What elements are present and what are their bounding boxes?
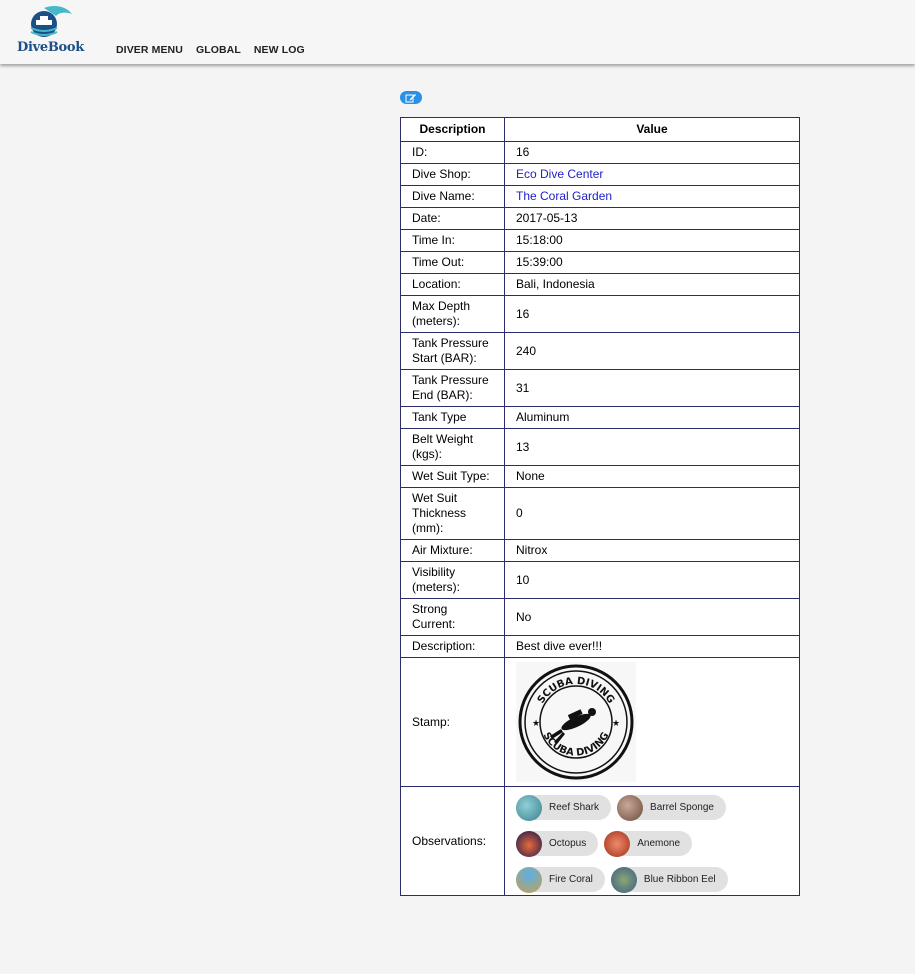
table-row: Tank Pressure Start (BAR): 240 — [400, 332, 800, 370]
scuba-stamp-image: SCUBA DIVING SCUBA DIVING ★ ★ — [516, 662, 636, 782]
table-row: Air Mixture: Nitrox — [400, 539, 800, 562]
dive-name-link[interactable]: The Coral Garden — [516, 189, 612, 203]
nav-global[interactable]: GLOBAL — [196, 44, 241, 56]
row-label: Max Depth (meters): — [400, 295, 505, 333]
row-label: ID: — [400, 141, 505, 164]
table-row: Wet Suit Type: None — [400, 465, 800, 488]
observations-row: Observations: Reef Shark Barrel Sponge O… — [400, 786, 800, 896]
row-label: Visibility (meters): — [400, 561, 505, 599]
table-row: Time Out: 15:39:00 — [400, 251, 800, 274]
row-label: Wet Suit Thickness (mm): — [400, 487, 505, 540]
row-value: 240 — [504, 332, 800, 370]
fire-coral-thumb-icon — [516, 866, 542, 893]
barrel-sponge-thumb-icon — [617, 794, 644, 821]
nav-diver-menu[interactable]: DIVER MENU — [116, 44, 183, 56]
row-label: Belt Weight (kgs): — [400, 428, 505, 466]
row-label: Tank Pressure End (BAR): — [400, 369, 505, 407]
table-row: Belt Weight (kgs): 13 — [400, 428, 800, 466]
svg-text:★: ★ — [532, 718, 540, 728]
header-description: Description — [400, 117, 505, 142]
row-value: 15:18:00 — [504, 229, 800, 252]
table-row: Tank Pressure End (BAR): 31 — [400, 369, 800, 407]
observation-label: Anemone — [637, 838, 681, 849]
row-value: Bali, Indonesia — [504, 273, 800, 296]
row-label: Tank Pressure Start (BAR): — [400, 332, 505, 370]
table-row: Dive Name: The Coral Garden — [400, 185, 800, 208]
row-value: Aluminum — [504, 406, 800, 429]
row-value: 10 — [504, 561, 800, 599]
dive-shop-link[interactable]: Eco Dive Center — [516, 167, 603, 181]
table-row: Date: 2017-05-13 — [400, 207, 800, 230]
observation-label: Reef Shark — [549, 802, 600, 813]
row-label: Air Mixture: — [400, 539, 505, 562]
table-row: Time In: 15:18:00 — [400, 229, 800, 252]
dive-details-table: Description Value ID: 16 Dive Shop: Eco Di… — [400, 117, 800, 896]
row-value: Nitrox — [504, 539, 800, 562]
observation-chip[interactable]: Fire Coral — [516, 866, 605, 893]
observation-chip[interactable]: Reef Shark — [516, 794, 612, 821]
top-navbar: DiveBook DIVER MENU GLOBAL NEW LOG — [0, 0, 915, 64]
divebook-logo[interactable]: DiveBook — [14, 4, 84, 60]
row-label: Strong Current: — [400, 598, 505, 636]
row-value: 13 — [504, 428, 800, 466]
observation-chips: Reef Shark Barrel Sponge Octopus Anemone… — [516, 790, 746, 893]
row-value: 31 — [504, 369, 800, 407]
edit-button[interactable] — [400, 91, 422, 104]
octopus-thumb-icon — [516, 830, 542, 857]
header-value: Value — [504, 117, 800, 142]
row-label: Observations: — [400, 786, 505, 896]
observation-chip[interactable]: Octopus — [516, 830, 599, 857]
table-header-row: Description Value — [400, 117, 800, 142]
row-label: Tank Type — [400, 406, 505, 429]
row-value: 0 — [504, 487, 800, 540]
observation-label: Barrel Sponge — [650, 802, 714, 813]
row-value: No — [504, 598, 800, 636]
blue-ribbon-eel-thumb-icon — [610, 866, 637, 893]
row-label: Location: — [400, 273, 505, 296]
edit-icon — [405, 93, 416, 102]
table-row: Max Depth (meters): 16 — [400, 295, 800, 333]
anemone-thumb-icon — [604, 830, 631, 857]
table-row: Wet Suit Thickness (mm): 0 — [400, 487, 800, 540]
row-value: 16 — [504, 141, 800, 164]
row-value: Best dive ever!!! — [504, 635, 800, 658]
table-row: Dive Shop: Eco Dive Center — [400, 163, 800, 186]
row-label: Wet Suit Type: — [400, 465, 505, 488]
row-label: Time Out: — [400, 251, 505, 274]
table-row: Tank Type Aluminum — [400, 406, 800, 429]
nav-new-log[interactable]: NEW LOG — [254, 44, 305, 56]
observation-label: Octopus — [549, 838, 587, 849]
table-row: Description: Best dive ever!!! — [400, 635, 800, 658]
observation-chip[interactable]: Barrel Sponge — [617, 794, 726, 821]
reef-shark-thumb-icon — [516, 794, 542, 821]
observation-chip[interactable]: Blue Ribbon Eel — [610, 866, 728, 893]
svg-text:★: ★ — [612, 718, 620, 728]
row-value: 2017-05-13 — [504, 207, 800, 230]
row-value: 15:39:00 — [504, 251, 800, 274]
observation-chip[interactable]: Anemone — [604, 830, 693, 857]
row-label: Dive Shop: — [400, 163, 505, 186]
observation-label: Fire Coral — [549, 874, 593, 885]
brand-name: DiveBook — [17, 40, 84, 55]
row-value: 16 — [504, 295, 800, 333]
row-label: Stamp: — [400, 657, 505, 787]
nav-menu: DIVER MENU GLOBAL NEW LOG — [116, 44, 305, 56]
table-row: Visibility (meters): 10 — [400, 561, 800, 599]
row-label: Date: — [400, 207, 505, 230]
stamp-row: Stamp: SCUBA DIVING SCUBA DIVING ★ ★ — [400, 657, 800, 787]
observation-label: Blue Ribbon Eel — [643, 874, 716, 885]
row-label: Description: — [400, 635, 505, 658]
table-row: Location: Bali, Indonesia — [400, 273, 800, 296]
table-row: ID: 16 — [400, 141, 800, 164]
row-label: Dive Name: — [400, 185, 505, 208]
dolphin-ship-icon — [30, 6, 72, 37]
row-value: None — [504, 465, 800, 488]
table-row: Strong Current: No — [400, 598, 800, 636]
row-label: Time In: — [400, 229, 505, 252]
